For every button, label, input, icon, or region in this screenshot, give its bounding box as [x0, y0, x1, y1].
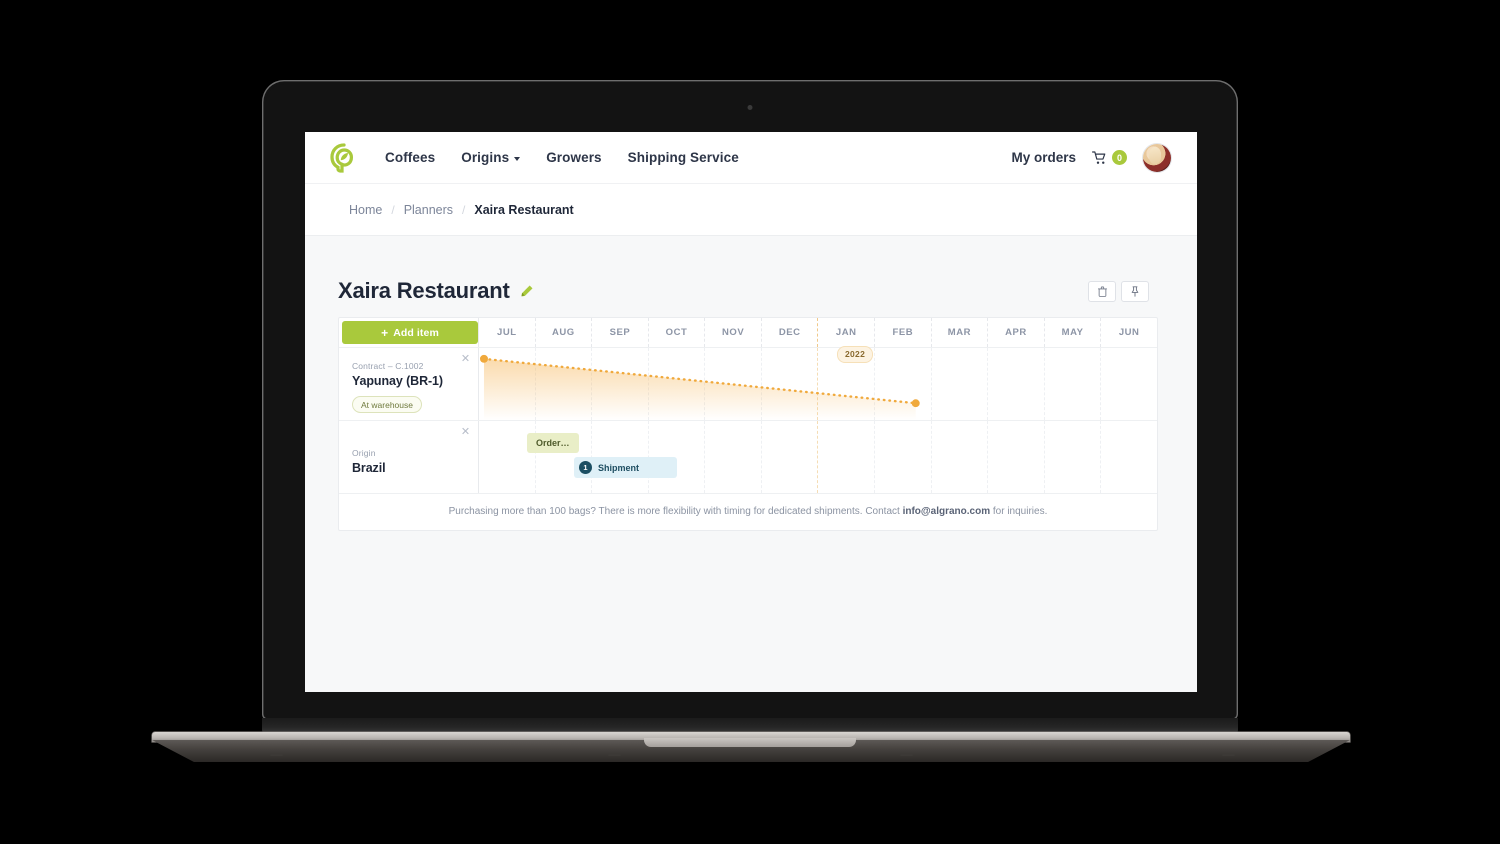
month-cell-jan[interactable]: JAN	[817, 318, 874, 347]
my-orders-link[interactable]: My orders	[1011, 150, 1076, 165]
month-cell-sep[interactable]: SEP	[591, 318, 648, 347]
grid-cell[interactable]	[479, 421, 535, 493]
grid-cell[interactable]	[930, 421, 988, 493]
trash-icon	[1097, 286, 1107, 297]
grid-cell[interactable]	[1100, 421, 1157, 493]
timeline-header: + Add item JUL AUG SEP OCT NOV DEC JAN F…	[339, 318, 1157, 363]
month-header-row: JUL AUG SEP OCT NOV DEC JAN FEB MAR APR …	[478, 318, 1157, 347]
laptop-base-notch	[644, 738, 856, 747]
nav-link-growers[interactable]: Growers	[546, 150, 601, 165]
row-title: Yapunay (BR-1)	[352, 374, 443, 388]
table-row: ✕ Contract – C.1002 Yapunay (BR-1) At wa…	[339, 348, 1157, 421]
planner-row-grid	[478, 348, 1157, 420]
nav-link-origins[interactable]: Origins	[461, 150, 521, 165]
pin-planner-button[interactable]	[1121, 280, 1149, 302]
pin-icon	[1131, 285, 1139, 297]
webcam-icon	[747, 105, 753, 110]
month-cell-oct[interactable]: OCT	[647, 318, 705, 347]
month-cell-jun[interactable]: JUN	[1100, 318, 1157, 347]
month-cell-feb[interactable]: FEB	[874, 318, 931, 347]
shipment-bar[interactable]: 1 Shipment	[574, 457, 677, 478]
top-navbar: Coffees Origins Growers Shipping Service…	[305, 132, 1197, 184]
pencil-edit-icon[interactable]	[519, 284, 534, 299]
planner-row-label: ✕ Contract – C.1002 Yapunay (BR-1) At wa…	[339, 348, 478, 420]
planner-row-grid: Order… 1 Shipment	[478, 421, 1157, 493]
avatar[interactable]	[1143, 143, 1171, 172]
laptop-foot	[900, 754, 913, 756]
planner-row-label: ✕ Origin Brazil	[339, 421, 478, 493]
row-kicker: Contract – C.1002	[352, 361, 424, 371]
month-cell-dec[interactable]: DEC	[760, 318, 818, 347]
laptop-base	[0, 718, 1500, 778]
month-cell-apr[interactable]: APR	[987, 318, 1044, 347]
grid-cell[interactable]	[1043, 421, 1101, 493]
month-cell-may[interactable]: MAY	[1043, 318, 1101, 347]
shopping-cart-icon	[1092, 150, 1106, 164]
nav-link-label: Origins	[461, 150, 510, 165]
cart-count-badge: 0	[1112, 150, 1127, 165]
shipment-bar-label: Shipment	[598, 462, 640, 473]
planner-card: + Add item JUL AUG SEP OCT NOV DEC JAN F…	[338, 317, 1158, 531]
navbar-right: My orders 0	[1011, 143, 1171, 172]
stock-depletion-chart	[479, 354, 920, 420]
laptop-foot	[1222, 754, 1235, 756]
order-bar[interactable]: Order…	[527, 433, 579, 453]
add-item-label: Add item	[393, 326, 439, 339]
breadcrumb: Home / Planners / Xaira Restaurant	[305, 184, 1197, 236]
nav-link-coffees[interactable]: Coffees	[385, 150, 435, 165]
chart-marker-end	[911, 399, 920, 408]
breadcrumb-item-home[interactable]: Home	[349, 203, 382, 217]
nav-link-shipping-service[interactable]: Shipping Service	[628, 150, 739, 165]
breadcrumb-item-current: Xaira Restaurant	[474, 202, 574, 217]
add-item-button[interactable]: + Add item	[342, 321, 478, 344]
page-header: Xaira Restaurant	[305, 236, 1197, 304]
month-cell-jul[interactable]: JUL	[479, 318, 535, 347]
table-row: ✕ Origin Brazil Order… 1 Shipment	[339, 421, 1157, 494]
grid-cell[interactable]	[704, 421, 761, 493]
year-badge: 2022	[837, 346, 874, 363]
plus-icon: +	[381, 325, 389, 340]
browser-screen: Coffees Origins Growers Shipping Service…	[305, 132, 1197, 692]
nav-links: Coffees Origins Growers Shipping Service	[385, 150, 739, 165]
chevron-down-icon	[514, 156, 521, 161]
close-icon[interactable]: ✕	[460, 427, 471, 438]
breadcrumb-separator: /	[391, 202, 395, 217]
grid-cell[interactable]	[987, 421, 1044, 493]
month-cell-aug[interactable]: AUG	[534, 318, 592, 347]
footer-text-before: Purchasing more than 100 bags? There is …	[448, 506, 903, 517]
footer-text-after: for inquiries.	[990, 506, 1048, 517]
row-title: Brazil	[352, 461, 386, 475]
laptop-foot	[270, 754, 283, 756]
month-cell-nov[interactable]: NOV	[704, 318, 761, 347]
month-cell-mar[interactable]: MAR	[930, 318, 988, 347]
shipment-count-badge: 1	[579, 461, 592, 474]
status-badge: At warehouse	[352, 396, 422, 413]
page-title: Xaira Restaurant	[338, 278, 510, 303]
delete-planner-button[interactable]	[1088, 280, 1116, 302]
nav-link-label: Coffees	[385, 150, 436, 165]
algrano-leaf-logo[interactable]	[329, 142, 359, 173]
cart-button[interactable]: 0	[1092, 150, 1127, 165]
laptop-mockup: Coffees Origins Growers Shipping Service…	[262, 80, 1238, 720]
breadcrumb-separator: /	[462, 202, 466, 217]
page-content: Xaira Restaurant + Add item JUL AUG SEP …	[305, 236, 1197, 692]
nav-link-label: Growers	[546, 150, 602, 165]
chart-marker-start	[479, 354, 488, 363]
row-kicker: Origin	[352, 448, 376, 458]
footer-email-link[interactable]: info@algrano.com	[903, 506, 991, 517]
nav-link-label: Shipping Service	[627, 150, 739, 165]
grid-cell[interactable]	[817, 421, 874, 493]
grid-cell[interactable]	[874, 421, 931, 493]
header-actions	[1088, 280, 1149, 302]
close-icon[interactable]: ✕	[460, 354, 471, 365]
laptop-foot	[608, 754, 621, 756]
breadcrumb-item-planners[interactable]: Planners	[404, 203, 453, 217]
grid-cell[interactable]	[760, 421, 818, 493]
order-bar-label: Order…	[536, 438, 570, 448]
planner-footer-note: Purchasing more than 100 bags? There is …	[339, 494, 1157, 530]
